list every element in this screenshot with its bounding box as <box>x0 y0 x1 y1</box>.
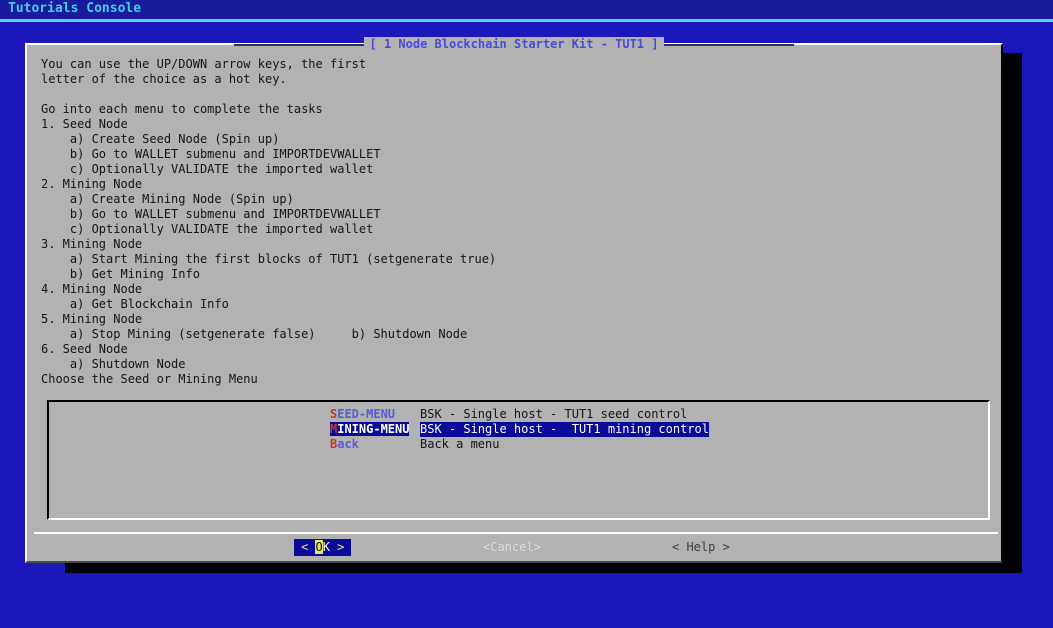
ok-button[interactable]: < OK > <box>294 539 351 556</box>
instruction-line: You can use the UP/DOWN arrow keys, the … <box>41 57 496 72</box>
backtitle-text: Tutorials Console <box>8 1 141 16</box>
instruction-line <box>41 87 496 102</box>
menu-item-description: BSK - Single host - TUT1 seed control <box>420 407 687 422</box>
menu-item-back[interactable]: Back Back a menu <box>330 437 709 452</box>
instruction-line: 2. Mining Node <box>41 177 496 192</box>
instruction-line: b) Get Mining Info <box>41 267 496 282</box>
instruction-line: a) Create Mining Node (Spin up) <box>41 192 496 207</box>
backtitle-underline <box>0 19 1053 22</box>
instruction-line: a) Shutdown Node <box>41 357 496 372</box>
instruction-line: Go into each menu to complete the tasks <box>41 102 496 117</box>
instruction-line: b) Go to WALLET submenu and IMPORTDEVWAL… <box>41 207 496 222</box>
menu-item-description: BSK - Single host - TUT1 mining control <box>420 422 709 437</box>
instruction-line: 5. Mining Node <box>41 312 496 327</box>
instruction-line: 6. Seed Node <box>41 342 496 357</box>
help-button[interactable]: < Help > <box>672 539 730 556</box>
ok-bracket-right: > <box>330 540 344 554</box>
instruction-line: 4. Mining Node <box>41 282 496 297</box>
instruction-line: c) Optionally VALIDATE the imported wall… <box>41 222 496 237</box>
ok-bracket-left: < <box>301 540 315 554</box>
menu-item-mining-menu[interactable]: MINING-MENU BSK - Single host - TUT1 min… <box>330 422 709 437</box>
instruction-line: b) Go to WALLET submenu and IMPORTDEVWAL… <box>41 147 496 162</box>
instruction-line: letter of the choice as a hot key. <box>41 72 496 87</box>
title-border-left <box>234 44 364 46</box>
menu-item-description: Back a menu <box>420 437 499 452</box>
menu-item-tag: EED-MENU <box>337 407 395 421</box>
cancel-button[interactable]: <Cancel> <box>483 539 541 556</box>
instruction-text: You can use the UP/DOWN arrow keys, the … <box>41 57 496 387</box>
ok-hotkey-cursor: O <box>315 540 322 554</box>
instruction-line: 3. Mining Node <box>41 237 496 252</box>
backtitle-bar: Tutorials Console <box>0 0 1053 19</box>
instruction-line: a) Stop Mining (setgenerate false) b) Sh… <box>41 327 496 342</box>
instruction-line: a) Start Mining the first blocks of TUT1… <box>41 252 496 267</box>
menu-item-seed-menu[interactable]: SEED-MENU BSK - Single host - TUT1 seed … <box>330 407 709 422</box>
title-border-right <box>664 44 794 46</box>
ok-label-rest: K <box>323 540 330 554</box>
menu-list: SEED-MENU BSK - Single host - TUT1 seed … <box>330 407 709 452</box>
menu-item-tag: INING-MENU <box>337 422 409 436</box>
menu-item-tag: ack <box>337 437 359 451</box>
instruction-line: Choose the Seed or Mining Menu <box>41 372 496 387</box>
dialog-title: [ 1 Node Blockchain Starter Kit - TUT1 ] <box>364 37 665 52</box>
instruction-line: a) Create Seed Node (Spin up) <box>41 132 496 147</box>
instruction-line: c) Optionally VALIDATE the imported wall… <box>41 162 496 177</box>
menu-dialog: [ 1 Node Blockchain Starter Kit - TUT1 ]… <box>25 43 1003 563</box>
dialog-title-row: [ 1 Node Blockchain Starter Kit - TUT1 ] <box>27 36 1001 52</box>
instruction-line: a) Get Blockchain Info <box>41 297 496 312</box>
button-separator-line <box>34 532 998 534</box>
instruction-line: 1. Seed Node <box>41 117 496 132</box>
menu-box: SEED-MENU BSK - Single host - TUT1 seed … <box>47 400 990 520</box>
